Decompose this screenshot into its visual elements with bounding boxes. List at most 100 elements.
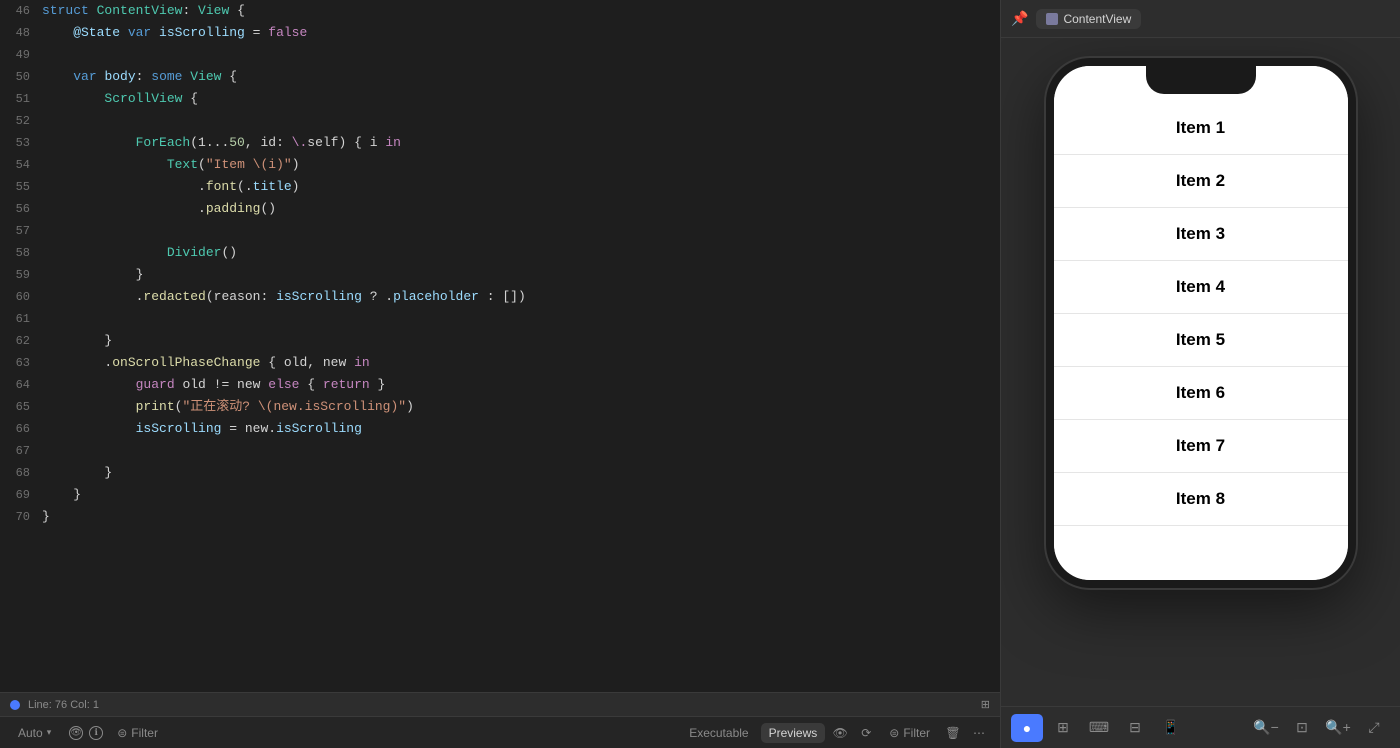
eye-toggle-btn[interactable]: 👁	[829, 722, 851, 744]
toolbar-right: 🔍− ⊡ 🔍+ ⤢	[1250, 714, 1390, 742]
line-number: 62	[0, 330, 42, 352]
tab-filter-right[interactable]: ⊜ Filter	[881, 723, 938, 743]
filter-label-right: Filter	[903, 726, 930, 740]
sync-btn[interactable]: ⟳	[855, 722, 877, 744]
line-text: }	[42, 330, 1000, 352]
code-line: 67	[0, 440, 1000, 462]
code-line: 52	[0, 110, 1000, 132]
code-line: 55 .font(.title)	[0, 176, 1000, 198]
line-number: 46	[0, 0, 42, 22]
line-number: 48	[0, 22, 42, 44]
line-number: 57	[0, 220, 42, 242]
code-line: 54 Text("Item \(i)")	[0, 154, 1000, 176]
line-text: }	[42, 462, 1000, 484]
status-right-icon: ⊞	[981, 698, 990, 711]
code-line: 62 }	[0, 330, 1000, 352]
iphone-mockup: Item 1Item 2Item 3Item 4Item 5Item 6Item…	[1046, 58, 1356, 588]
preview-canvas: Item 1Item 2Item 3Item 4Item 5Item 6Item…	[1001, 38, 1400, 706]
line-number: 49	[0, 44, 42, 66]
line-number: 68	[0, 462, 42, 484]
code-line: 51 ScrollView {	[0, 88, 1000, 110]
filter-icon-left: ⊜	[117, 726, 127, 740]
preview-pane: 📌 ContentView Item 1Item 2Item 3Item 4It…	[1000, 0, 1400, 748]
toolbar-left: ● ⊞ ⌨ ⊟ 📱	[1011, 714, 1187, 742]
code-line: 46struct ContentView: View {	[0, 0, 1000, 22]
bottom-tab-bar: Auto ▾ 👁 ℹ ⊜ Filter Executable Previews	[0, 716, 1000, 748]
executable-label: Executable	[689, 726, 748, 740]
code-line: 56 .padding()	[0, 198, 1000, 220]
more-btn[interactable]: ⋯	[968, 722, 990, 744]
zoom-in-btn[interactable]: 🔍+	[1322, 714, 1354, 742]
toolbar-circle-btn[interactable]: ●	[1011, 714, 1043, 742]
line-text: .onScrollPhaseChange { old, new in	[42, 352, 1000, 374]
toolbar-grid-btn[interactable]: ⊞	[1047, 714, 1079, 742]
line-number: 56	[0, 198, 42, 220]
code-editor-pane: 46struct ContentView: View {48 @State va…	[0, 0, 1000, 748]
code-line: 48 @State var isScrolling = false	[0, 22, 1000, 44]
line-number: 55	[0, 176, 42, 198]
line-text: @State var isScrolling = false	[42, 22, 1000, 44]
toolbar-keyboard-btn[interactable]: ⌨	[1083, 714, 1115, 742]
code-line: 68 }	[0, 462, 1000, 484]
line-text: Text("Item \(i)")	[42, 154, 1000, 176]
list-item: Item 1	[1054, 102, 1348, 155]
list-item: Item 7	[1054, 420, 1348, 473]
info-icon[interactable]: ℹ	[89, 726, 103, 740]
line-text	[42, 440, 1000, 462]
line-text: ScrollView {	[42, 88, 1000, 110]
code-line: 50 var body: some View {	[0, 66, 1000, 88]
line-number: 51	[0, 88, 42, 110]
toolbar-device-btn[interactable]: 📱	[1155, 714, 1187, 742]
line-text: struct ContentView: View {	[42, 0, 1000, 22]
line-text: guard old != new else { return }	[42, 374, 1000, 396]
line-number: 53	[0, 132, 42, 154]
line-number: 61	[0, 308, 42, 330]
trash-btn[interactable]: 🗑	[942, 722, 964, 744]
line-number: 64	[0, 374, 42, 396]
tab-filter-left[interactable]: ⊜ Filter	[109, 723, 166, 743]
line-text: Divider()	[42, 242, 1000, 264]
list-item: Item 5	[1054, 314, 1348, 367]
line-text: .redacted(reason: isScrolling ? .placeho…	[42, 286, 1000, 308]
list-item: Item 4	[1054, 261, 1348, 314]
build-status-indicator	[10, 700, 20, 710]
preview-header: 📌 ContentView	[1001, 0, 1400, 38]
iphone-screen[interactable]: Item 1Item 2Item 3Item 4Item 5Item 6Item…	[1054, 66, 1348, 580]
tab-previews[interactable]: Previews	[761, 723, 826, 743]
contentview-label: ContentView	[1063, 12, 1131, 26]
line-text	[42, 110, 1000, 132]
line-number: 58	[0, 242, 42, 264]
eye-icon[interactable]: 👁	[69, 726, 83, 740]
code-line: 64 guard old != new else { return }	[0, 374, 1000, 396]
filter-label-left: Filter	[131, 726, 158, 740]
status-bar: Line: 76 Col: 1 ⊞	[0, 692, 1000, 716]
line-number: 60	[0, 286, 42, 308]
zoom-full-btn[interactable]: ⤢	[1358, 714, 1390, 742]
list-item: Item 2	[1054, 155, 1348, 208]
line-text	[42, 308, 1000, 330]
code-line: 70}	[0, 506, 1000, 528]
code-line: 57	[0, 220, 1000, 242]
preview-toolbar: ● ⊞ ⌨ ⊟ 📱 🔍− ⊡ 🔍+ ⤢	[1001, 706, 1400, 748]
line-number: 65	[0, 396, 42, 418]
zoom-fit-btn[interactable]: ⊡	[1286, 714, 1318, 742]
code-line: 53 ForEach(1...50, id: \.self) { i in	[0, 132, 1000, 154]
line-text: }	[42, 264, 1000, 286]
list-item: Item 3	[1054, 208, 1348, 261]
list-item: Item 8	[1054, 473, 1348, 526]
cv-icon	[1046, 13, 1058, 25]
line-text: print("正在滚动? \(new.isScrolling)")	[42, 396, 1000, 418]
line-number: 50	[0, 66, 42, 88]
tab-executable[interactable]: Executable	[681, 723, 756, 743]
line-text: }	[42, 506, 1000, 528]
tab-auto[interactable]: Auto ▾	[10, 723, 59, 743]
contentview-button[interactable]: ContentView	[1036, 9, 1141, 29]
code-scroll-area[interactable]: 46struct ContentView: View {48 @State va…	[0, 0, 1000, 692]
line-text	[42, 44, 1000, 66]
code-line: 65 print("正在滚动? \(new.isScrolling)")	[0, 396, 1000, 418]
toolbar-layout-btn[interactable]: ⊟	[1119, 714, 1151, 742]
code-line: 69 }	[0, 484, 1000, 506]
pin-icon[interactable]: 📌	[1011, 10, 1028, 27]
line-text: }	[42, 484, 1000, 506]
zoom-out-btn[interactable]: 🔍−	[1250, 714, 1282, 742]
